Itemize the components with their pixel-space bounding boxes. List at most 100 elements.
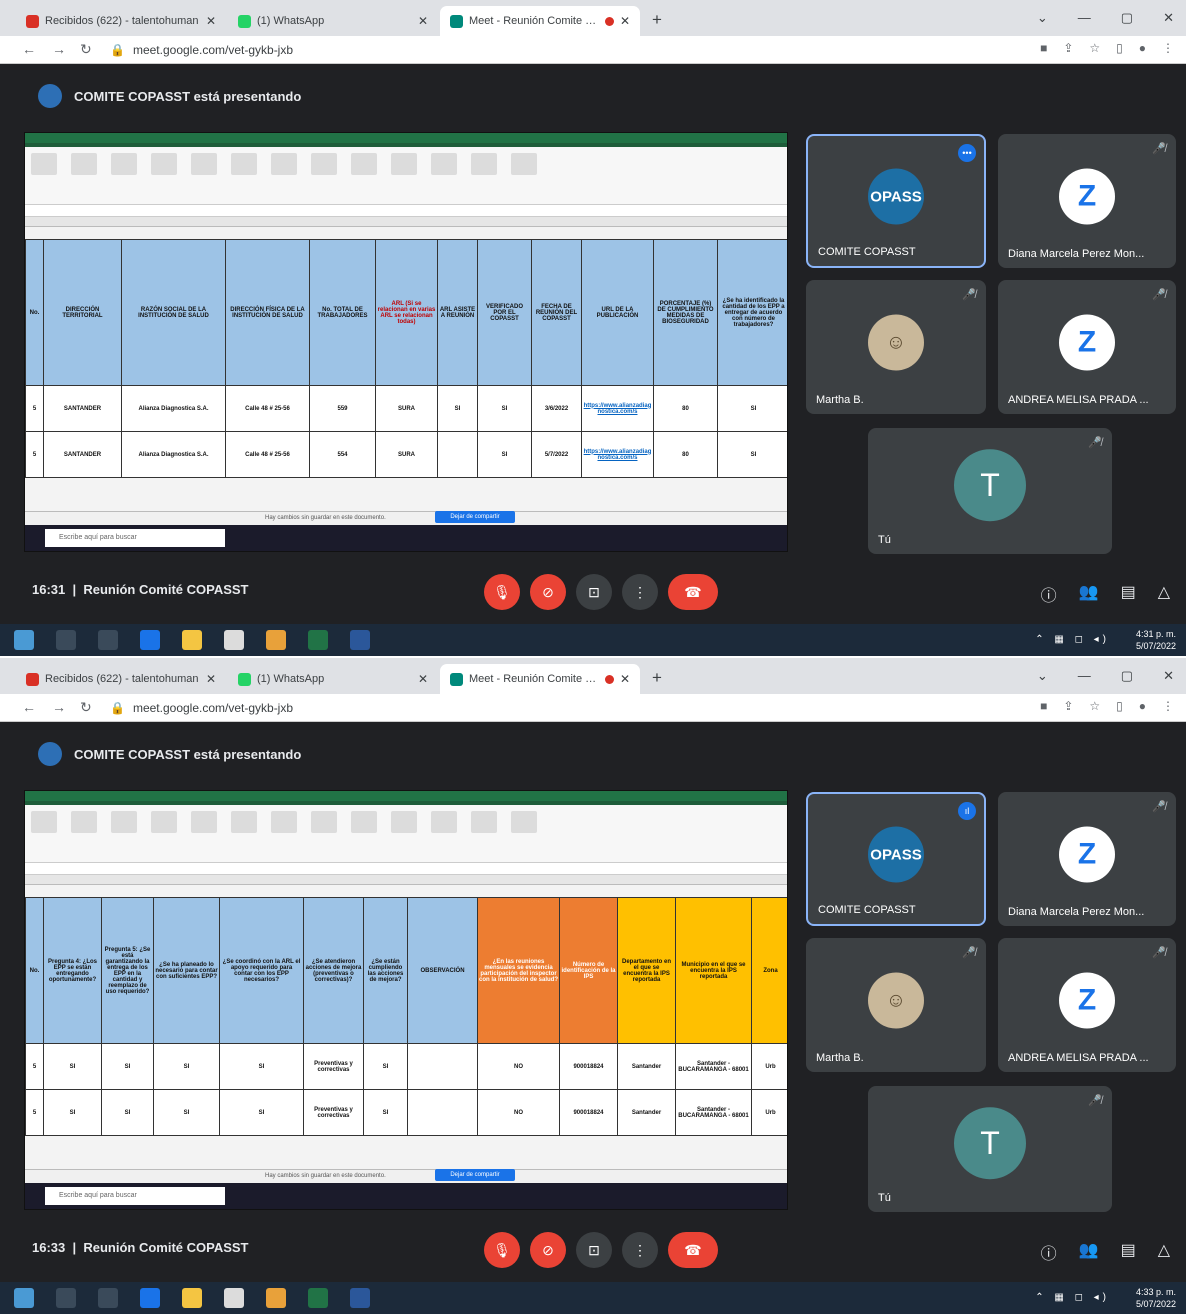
star-icon[interactable]: ☆ [1089, 699, 1100, 713]
stop-sharing-button[interactable]: Dejar de compartir [435, 1169, 515, 1181]
forward-icon[interactable]: → [52, 699, 66, 715]
close-icon[interactable]: ✕ [206, 672, 216, 686]
reload-icon[interactable]: ↻ [80, 699, 92, 716]
cell[interactable]: Urb [751, 1089, 787, 1136]
cell-link[interactable]: https://www.alianzadiagnostica.com/s [581, 431, 654, 478]
cell-link[interactable]: https://www.alianzadiagnostica.com/s [581, 385, 654, 432]
cell[interactable]: 80 [653, 431, 718, 478]
cell[interactable]: 80 [653, 385, 718, 432]
cell[interactable]: Santander - BUCARAMANGA - 68001 [675, 1043, 752, 1090]
cell[interactable]: SI [717, 385, 787, 432]
system-tray[interactable]: ⌃ ▦ ◻ ◂) [1035, 1292, 1110, 1303]
sheet-tabs[interactable] [25, 1169, 787, 1183]
cell[interactable]: SI [363, 1043, 408, 1090]
cell[interactable]: SI [219, 1089, 304, 1136]
cell[interactable]: 5 [25, 431, 44, 478]
windows-start-icon[interactable] [14, 630, 34, 650]
tab-gmail[interactable]: Recibidos (622) - talentohuman ✕ [16, 664, 226, 694]
sidepanel-icon[interactable]: ▯ [1116, 41, 1123, 55]
reload-icon[interactable]: ↻ [80, 41, 92, 58]
cell[interactable]: SURA [375, 385, 438, 432]
camera-button[interactable]: ⊘ [530, 574, 566, 610]
people-icon[interactable]: 👥 [1079, 582, 1099, 606]
cell[interactable]: Santander [617, 1089, 676, 1136]
search-icon[interactable] [56, 1288, 76, 1308]
info-icon[interactable]: ⓘ [1041, 582, 1057, 606]
search-input[interactable]: Escribe aquí para buscar [45, 529, 225, 547]
tab-meet[interactable]: Meet - Reunión Comite COPASST ✕ [440, 6, 640, 36]
camera-icon[interactable]: ■ [1040, 699, 1047, 713]
forward-icon[interactable]: → [52, 41, 66, 57]
cell[interactable]: 900018824 [559, 1043, 618, 1090]
self-tile[interactable]: 🎤̸ T Tú [868, 1086, 1112, 1212]
chat-icon[interactable]: ▤ [1121, 1240, 1136, 1264]
cell[interactable]: 554 [309, 431, 376, 478]
minimize-icon[interactable]: — [1078, 10, 1091, 26]
maximize-icon[interactable]: ▢ [1121, 668, 1133, 684]
sheet-tabs[interactable] [25, 511, 787, 525]
close-icon[interactable]: ✕ [620, 672, 630, 686]
close-icon[interactable]: ✕ [418, 14, 428, 28]
cell[interactable]: SI [101, 1043, 154, 1090]
close-icon[interactable]: ✕ [418, 672, 428, 686]
cell[interactable]: NO [477, 1089, 560, 1136]
menu-icon[interactable]: ⋮ [1162, 699, 1174, 713]
edge-icon[interactable] [140, 630, 160, 650]
cell[interactable]: 559 [309, 385, 376, 432]
url-field[interactable]: 🔒 meet.google.com/vet-gykb-jxb [110, 698, 990, 718]
cell[interactable]: Preventivas y correctivas [303, 1089, 364, 1136]
participant-tile[interactable]: 🎤̸ Z ANDREA MELISA PRADA ... [998, 280, 1176, 414]
cell[interactable]: Alianza Diagnostica S.A. [121, 385, 226, 432]
tab-search-icon[interactable]: ⌄ [1037, 668, 1048, 684]
search-icon[interactable] [56, 630, 76, 650]
close-window-icon[interactable]: ✕ [1163, 10, 1174, 26]
activities-icon[interactable]: △ [1158, 1240, 1170, 1264]
minimize-icon[interactable]: — [1078, 668, 1091, 684]
participant-tile[interactable]: 🎤̸ ☺ Martha B. [806, 280, 986, 414]
mic-button[interactable]: 🎙 [484, 1232, 520, 1268]
cell[interactable]: SI [43, 1089, 102, 1136]
store-icon[interactable] [224, 630, 244, 650]
cell[interactable] [407, 1043, 478, 1090]
cell[interactable]: SI [437, 385, 478, 432]
taskview-icon[interactable] [98, 630, 118, 650]
edge-icon[interactable] [140, 1288, 160, 1308]
excel-icon[interactable] [308, 1288, 328, 1308]
maximize-icon[interactable]: ▢ [1121, 10, 1133, 26]
windows-start-icon[interactable] [14, 1288, 34, 1308]
cell[interactable]: NO [477, 1043, 560, 1090]
cell[interactable]: SI [101, 1089, 154, 1136]
cell[interactable] [407, 1089, 478, 1136]
camera-button[interactable]: ⊘ [530, 1232, 566, 1268]
cell[interactable]: Santander [617, 1043, 676, 1090]
cell[interactable]: SANTANDER [43, 431, 122, 478]
explorer-icon[interactable] [182, 1288, 202, 1308]
word-icon[interactable] [350, 630, 370, 650]
cell[interactable]: Calle 48 # 25-56 [225, 385, 310, 432]
new-tab-icon[interactable]: + [652, 10, 662, 30]
star-icon[interactable]: ☆ [1089, 41, 1100, 55]
profile-icon[interactable]: ● [1139, 41, 1146, 55]
more-button[interactable]: ⋮ [622, 1232, 658, 1268]
cell[interactable]: SI [153, 1043, 220, 1090]
cell[interactable]: Calle 48 # 25-56 [225, 431, 310, 478]
participant-tile[interactable]: 🎤̸ ☺ Martha B. [806, 938, 986, 1072]
cell[interactable]: SURA [375, 431, 438, 478]
cell[interactable]: SI [363, 1089, 408, 1136]
more-button[interactable]: ⋮ [622, 574, 658, 610]
cell[interactable]: Urb [751, 1043, 787, 1090]
sidepanel-icon[interactable]: ▯ [1116, 699, 1123, 713]
profile-icon[interactable]: ● [1139, 699, 1146, 713]
cell[interactable]: SANTANDER [43, 385, 122, 432]
cell[interactable]: 5/7/2022 [531, 431, 582, 478]
participant-tile[interactable]: 🎤̸ Z Diana Marcela Perez Mon... [998, 134, 1176, 268]
close-window-icon[interactable]: ✕ [1163, 668, 1174, 684]
participant-tile[interactable]: 🎤̸ Z ANDREA MELISA PRADA ... [998, 938, 1176, 1072]
chat-icon[interactable]: ▤ [1121, 582, 1136, 606]
share-icon[interactable]: ⇪ [1063, 41, 1073, 55]
participant-tile[interactable]: ••• OPASS COMITE COPASST [806, 134, 986, 268]
cell[interactable]: Santander - BUCARAMANGA - 68001 [675, 1089, 752, 1136]
camera-icon[interactable]: ■ [1040, 41, 1047, 55]
more-options-icon[interactable]: ••• [958, 144, 976, 162]
chrome-icon[interactable] [266, 630, 286, 650]
